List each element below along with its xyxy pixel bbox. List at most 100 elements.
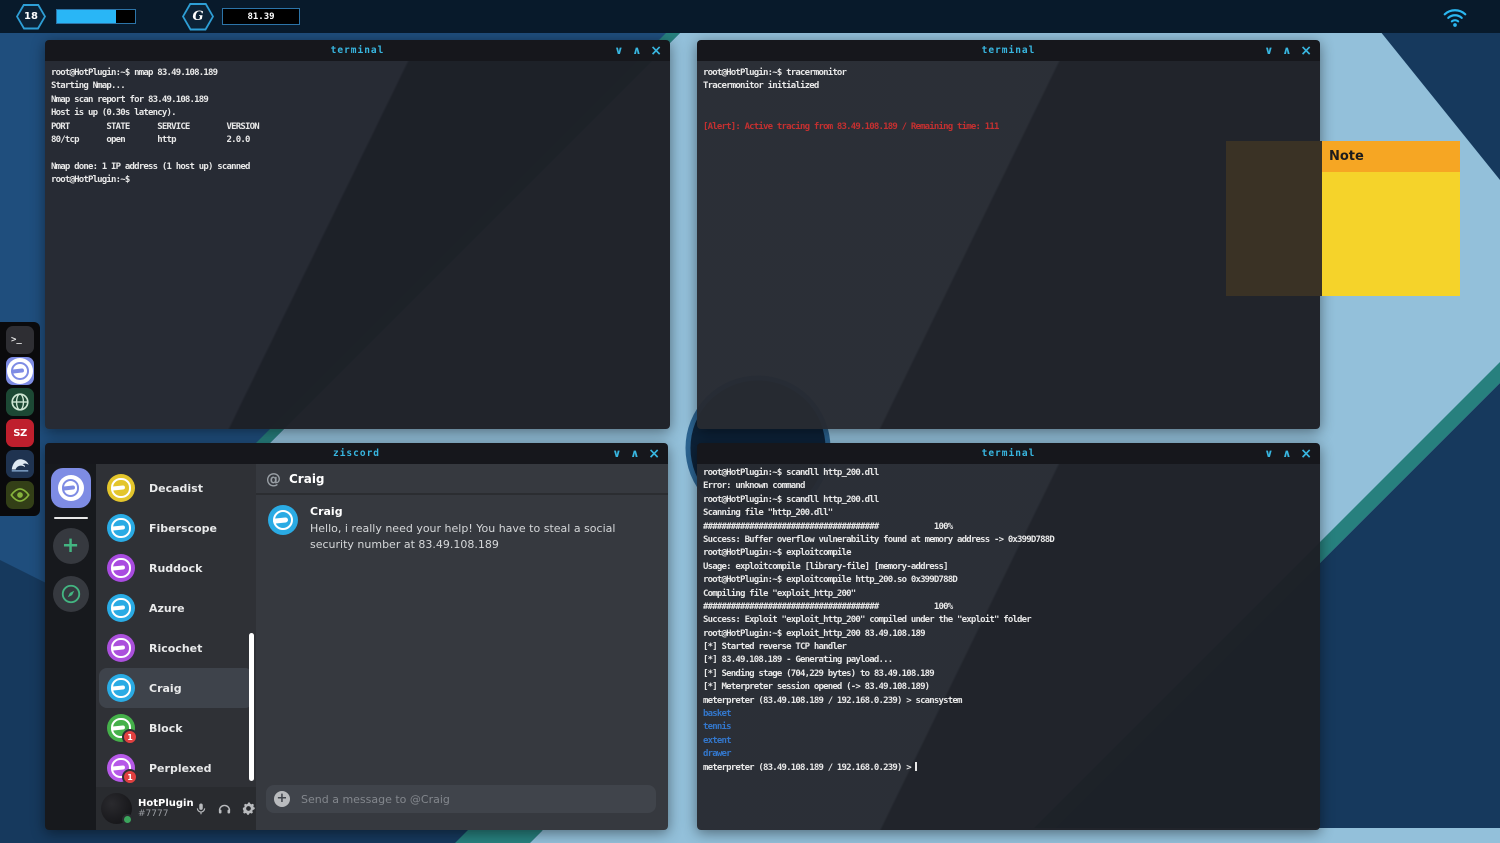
ziscord-logo-icon [58,475,84,501]
attach-plus-icon[interactable]: + [274,791,290,807]
channel-item-block[interactable]: 1 Block [99,708,253,748]
terminal-line: extent [703,735,1314,748]
close-button[interactable]: × [1300,447,1312,461]
channel-item-azure[interactable]: Azure [99,588,253,628]
dock-browser-globe-icon[interactable] [6,388,34,416]
channel-item-ruddock[interactable]: Ruddock [99,548,253,588]
terminal-line: Usage: exploitcompile [library-file] [me… [703,561,1314,574]
dock-sz-app-icon[interactable]: SZ [6,419,34,447]
dock-spy-eye-icon[interactable] [6,481,34,509]
terminal-line: root@HotPlugin:~$ exploitcompile http_20… [703,574,1314,587]
channel-item-perplexed[interactable]: 1Perplexed [99,748,253,788]
maximize-button[interactable]: ∧ [1282,45,1291,56]
terminal-line: meterpreter (83.49.108.189 / 192.168.0.2… [703,762,1314,775]
channel-item-craig[interactable]: Craig [99,668,253,708]
terminal-line: root@HotPlugin:~$ scandll http_200.dll [703,467,1314,480]
user-panel: HotPlugin #7777 [96,787,256,830]
dock-ziscord-icon[interactable] [6,357,34,385]
channel-label: Craig [149,682,182,695]
maximize-button[interactable]: ∧ [630,448,639,459]
terminal-line: Scanning file "http_200.dll" [703,507,1314,520]
terminal-line: Success: Exploit "exploit_http_200" comp… [703,614,1314,627]
close-button[interactable]: × [1300,44,1312,58]
terminal-line: root@HotPlugin:~$ exploit_http_200 83.49… [703,628,1314,641]
window-terminal-exploit: terminal ∨ ∧ × root@HotPlugin:~$ scandll… [697,443,1320,830]
chat-message: Craig Hello, i really need your help! Yo… [268,505,656,553]
at-icon: @ [266,470,281,488]
terminal-line: 80/tcp open http 2.0.0 [51,134,664,147]
minimize-button[interactable]: ∨ [1264,45,1273,56]
channel-label: Azure [149,602,185,615]
wifi-icon[interactable] [1442,4,1468,30]
titlebar[interactable]: terminal ∨ ∧ × [45,40,670,61]
channel-scrollbar[interactable] [249,633,254,781]
message-text: Hello, i really need your help! You have… [310,521,656,553]
terminal-line: basket [703,708,1314,721]
text-cursor [915,762,917,771]
terminal-line: [*] Sending stage (704,229 bytes) to 83.… [703,668,1314,681]
terminal-line: tennis [703,721,1314,734]
window-title: ziscord [333,448,380,459]
terminal-line [703,107,1314,120]
channel-avatar [107,674,135,702]
minimize-button[interactable]: ∨ [612,448,621,459]
channel-item-decadist[interactable]: Decadist [99,468,253,508]
terminal-line: [*] Started reverse TCP handler [703,641,1314,654]
channel-item-fiberscope[interactable]: Fiberscope [99,508,253,548]
sticky-note[interactable]: Note [1322,141,1460,296]
terminal-output[interactable]: root@HotPlugin:~$ scandll http_200.dllEr… [697,464,1320,830]
microphone-icon[interactable] [194,802,208,816]
terminal-line: PORT STATE SERVICE VERSION [51,121,664,134]
titlebar[interactable]: terminal ∨ ∧ × [697,40,1320,61]
greyhack-logo-icon: G [182,3,214,31]
score-value: 81.39 [222,8,300,25]
note-header[interactable]: Note [1322,141,1460,172]
channel-item-ricochet[interactable]: Ricochet [99,628,253,668]
terminal-line: ###################################### 1… [703,601,1314,614]
terminal-line: Nmap scan report for 83.49.108.189 [51,94,664,107]
minimize-button[interactable]: ∨ [1264,448,1273,459]
terminal-line [51,147,664,160]
channel-label: Perplexed [149,762,211,775]
chat-header-name: Craig [289,472,325,486]
ziscord-logo-icon [7,358,33,384]
close-button[interactable]: × [648,447,660,461]
avatar[interactable] [101,793,132,824]
dock-terminal-icon[interactable]: >_ [6,326,34,354]
explore-servers-button[interactable] [53,576,89,612]
progress-bar [56,9,136,24]
channel-label: Fiberscope [149,522,217,535]
progress-fill [57,10,116,23]
titlebar[interactable]: ziscord ∨ ∧ × [45,443,668,464]
server-rail: + [45,464,96,830]
rail-divider [54,517,88,519]
message-author: Craig [310,505,656,518]
add-server-button[interactable]: + [53,528,89,564]
channel-label: Decadist [149,482,203,495]
channel-label: Ruddock [149,562,202,575]
terminal-output[interactable]: root@HotPlugin:~$ nmap 83.49.108.189Star… [45,61,670,429]
ziscord-home-button[interactable] [51,468,91,508]
terminal-line: Compiling file "exploit_http_200" [703,588,1314,601]
maximize-button[interactable]: ∧ [1282,448,1291,459]
dock-wave-app-icon[interactable] [6,450,34,478]
headphones-icon[interactable] [217,801,232,816]
unread-badge: 1 [122,729,138,745]
channel-label: Block [149,722,183,735]
window-title: terminal [331,45,385,56]
titlebar[interactable]: terminal ∨ ∧ × [697,443,1320,464]
channel-avatar [107,634,135,662]
window-title: terminal [982,448,1036,459]
online-status-dot [122,814,133,825]
close-button[interactable]: × [650,44,662,58]
compass-icon [60,583,82,605]
terminal-line: Tracermonitor initialized [703,80,1314,93]
chat-area: @ Craig Craig Hello, i really need your … [256,464,668,830]
message-input-bar: + [256,776,668,830]
message-input[interactable] [299,792,648,807]
message-list: Craig Hello, i really need your help! Yo… [256,495,668,776]
maximize-button[interactable]: ∧ [632,45,641,56]
window-ziscord: ziscord ∨ ∧ × + DecadistFiberscopeRuddoc [45,443,668,830]
settings-gear-icon[interactable] [241,801,256,816]
minimize-button[interactable]: ∨ [614,45,623,56]
